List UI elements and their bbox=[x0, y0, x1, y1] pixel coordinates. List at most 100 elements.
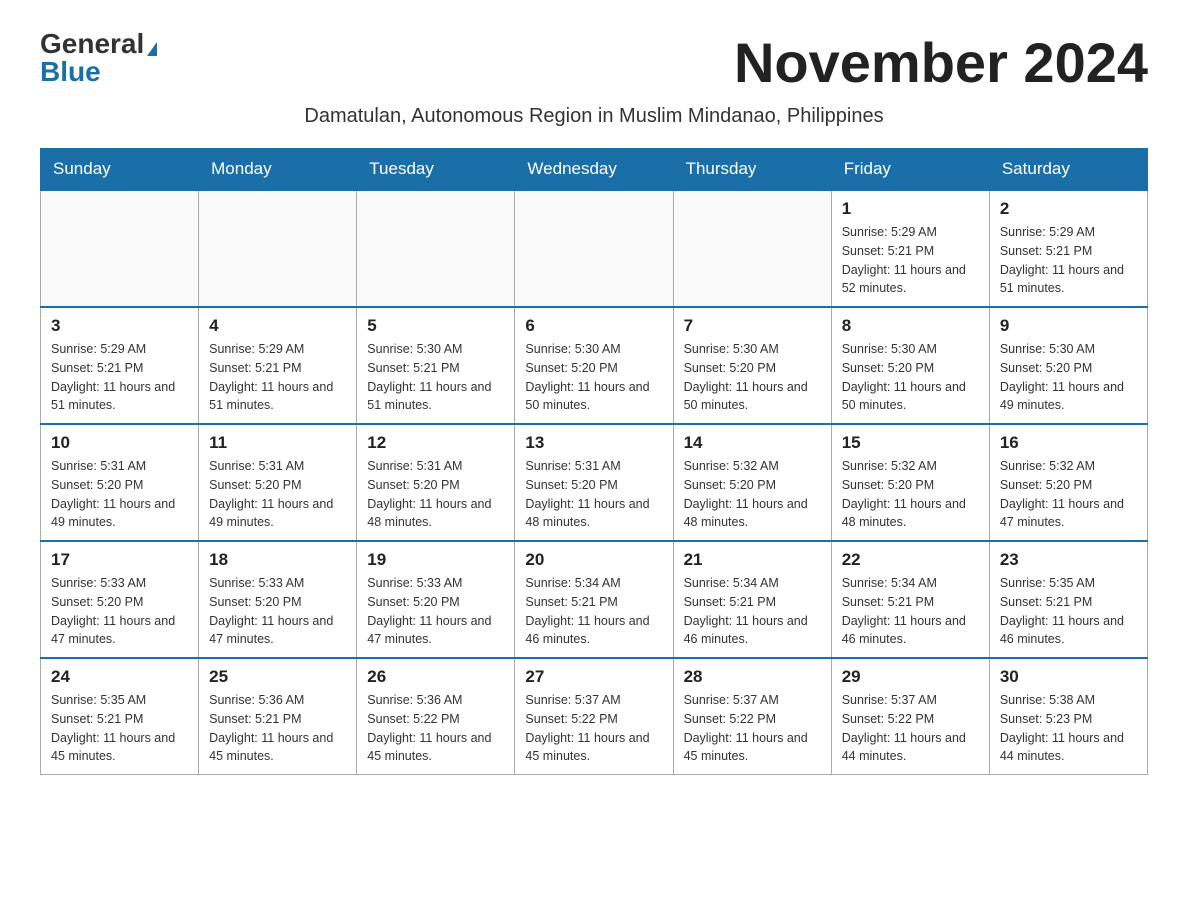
day-number: 12 bbox=[367, 433, 504, 453]
day-header-tuesday: Tuesday bbox=[357, 149, 515, 191]
day-sun-info: Sunrise: 5:30 AMSunset: 5:20 PMDaylight:… bbox=[1000, 340, 1137, 415]
calendar-cell: 13 Sunrise: 5:31 AMSunset: 5:20 PMDayligh… bbox=[515, 424, 673, 541]
calendar-table: SundayMondayTuesdayWednesdayThursdayFrid… bbox=[40, 148, 1148, 775]
day-sun-info: Sunrise: 5:37 AMSunset: 5:22 PMDaylight:… bbox=[684, 691, 821, 766]
day-sun-info: Sunrise: 5:36 AMSunset: 5:21 PMDaylight:… bbox=[209, 691, 346, 766]
day-sun-info: Sunrise: 5:31 AMSunset: 5:20 PMDaylight:… bbox=[209, 457, 346, 532]
day-sun-info: Sunrise: 5:31 AMSunset: 5:20 PMDaylight:… bbox=[51, 457, 188, 532]
calendar-cell bbox=[673, 190, 831, 307]
calendar-cell: 11 Sunrise: 5:31 AMSunset: 5:20 PMDayligh… bbox=[199, 424, 357, 541]
calendar-cell: 5Sunrise: 5:30 AMSunset: 5:21 PMDaylight… bbox=[357, 307, 515, 424]
day-number: 24 bbox=[51, 667, 188, 687]
day-number: 7 bbox=[684, 316, 821, 336]
calendar-cell: 16 Sunrise: 5:32 AMSunset: 5:20 PMDayligh… bbox=[989, 424, 1147, 541]
calendar-cell: 6 Sunrise: 5:30 AMSunset: 5:20 PMDaylight… bbox=[515, 307, 673, 424]
calendar-cell: 12 Sunrise: 5:31 AMSunset: 5:20 PMDayligh… bbox=[357, 424, 515, 541]
calendar-cell: 14 Sunrise: 5:32 AMSunset: 5:20 PMDayligh… bbox=[673, 424, 831, 541]
day-sun-info: Sunrise: 5:32 AMSunset: 5:20 PMDaylight:… bbox=[684, 457, 821, 532]
calendar-cell: 2 Sunrise: 5:29 AMSunset: 5:21 PMDaylight… bbox=[989, 190, 1147, 307]
day-number: 19 bbox=[367, 550, 504, 570]
calendar-cell: 26 Sunrise: 5:36 AMSunset: 5:22 PMDayligh… bbox=[357, 658, 515, 775]
logo-line2: Blue bbox=[40, 58, 101, 86]
calendar-cell: 28 Sunrise: 5:37 AMSunset: 5:22 PMDayligh… bbox=[673, 658, 831, 775]
day-sun-info: Sunrise: 5:36 AMSunset: 5:22 PMDaylight:… bbox=[367, 691, 504, 766]
logo-triangle-icon bbox=[147, 42, 157, 56]
day-sun-info: Sunrise: 5:34 AMSunset: 5:21 PMDaylight:… bbox=[684, 574, 821, 649]
calendar-cell bbox=[357, 190, 515, 307]
logo-line1: General bbox=[40, 30, 157, 58]
day-number: 20 bbox=[525, 550, 662, 570]
day-number: 18 bbox=[209, 550, 346, 570]
day-number: 23 bbox=[1000, 550, 1137, 570]
calendar-cell: 27 Sunrise: 5:37 AMSunset: 5:22 PMDayligh… bbox=[515, 658, 673, 775]
day-number: 5 bbox=[367, 316, 504, 336]
calendar-header: SundayMondayTuesdayWednesdayThursdayFrid… bbox=[41, 149, 1148, 191]
day-sun-info: Sunrise: 5:35 AMSunset: 5:21 PMDaylight:… bbox=[1000, 574, 1137, 649]
day-number: 22 bbox=[842, 550, 979, 570]
day-number: 17 bbox=[51, 550, 188, 570]
calendar-cell: 30Sunrise: 5:38 AMSunset: 5:23 PMDayligh… bbox=[989, 658, 1147, 775]
day-number: 14 bbox=[684, 433, 821, 453]
day-number: 21 bbox=[684, 550, 821, 570]
day-number: 28 bbox=[684, 667, 821, 687]
calendar-cell: 15Sunrise: 5:32 AMSunset: 5:20 PMDayligh… bbox=[831, 424, 989, 541]
day-number: 27 bbox=[525, 667, 662, 687]
day-header-row: SundayMondayTuesdayWednesdayThursdayFrid… bbox=[41, 149, 1148, 191]
week-row-4: 24Sunrise: 5:35 AMSunset: 5:21 PMDayligh… bbox=[41, 658, 1148, 775]
day-sun-info: Sunrise: 5:30 AMSunset: 5:20 PMDaylight:… bbox=[684, 340, 821, 415]
day-sun-info: Sunrise: 5:32 AMSunset: 5:20 PMDaylight:… bbox=[842, 457, 979, 532]
day-sun-info: Sunrise: 5:29 AMSunset: 5:21 PMDaylight:… bbox=[842, 223, 979, 298]
day-number: 2 bbox=[1000, 199, 1137, 219]
day-number: 13 bbox=[525, 433, 662, 453]
day-sun-info: Sunrise: 5:37 AMSunset: 5:22 PMDaylight:… bbox=[842, 691, 979, 766]
calendar-cell: 21 Sunrise: 5:34 AMSunset: 5:21 PMDayligh… bbox=[673, 541, 831, 658]
day-sun-info: Sunrise: 5:33 AMSunset: 5:20 PMDaylight:… bbox=[209, 574, 346, 649]
calendar-subtitle: Damatulan, Autonomous Region in Muslim M… bbox=[40, 105, 1148, 128]
day-sun-info: Sunrise: 5:34 AMSunset: 5:21 PMDaylight:… bbox=[525, 574, 662, 649]
logo-blue-text: Blue bbox=[40, 56, 101, 87]
calendar-cell: 22 Sunrise: 5:34 AMSunset: 5:21 PMDayligh… bbox=[831, 541, 989, 658]
day-number: 11 bbox=[209, 433, 346, 453]
day-sun-info: Sunrise: 5:37 AMSunset: 5:22 PMDaylight:… bbox=[525, 691, 662, 766]
day-number: 26 bbox=[367, 667, 504, 687]
day-sun-info: Sunrise: 5:33 AMSunset: 5:20 PMDaylight:… bbox=[51, 574, 188, 649]
day-header-monday: Monday bbox=[199, 149, 357, 191]
day-sun-info: Sunrise: 5:32 AMSunset: 5:20 PMDaylight:… bbox=[1000, 457, 1137, 532]
day-sun-info: Sunrise: 5:31 AMSunset: 5:20 PMDaylight:… bbox=[525, 457, 662, 532]
day-header-wednesday: Wednesday bbox=[515, 149, 673, 191]
day-number: 25 bbox=[209, 667, 346, 687]
day-sun-info: Sunrise: 5:29 AMSunset: 5:21 PMDaylight:… bbox=[51, 340, 188, 415]
day-sun-info: Sunrise: 5:29 AMSunset: 5:21 PMDaylight:… bbox=[1000, 223, 1137, 298]
month-year-title: November 2024 bbox=[734, 30, 1148, 95]
calendar-cell: 1Sunrise: 5:29 AMSunset: 5:21 PMDaylight… bbox=[831, 190, 989, 307]
calendar-body: 1Sunrise: 5:29 AMSunset: 5:21 PMDaylight… bbox=[41, 190, 1148, 775]
day-sun-info: Sunrise: 5:34 AMSunset: 5:21 PMDaylight:… bbox=[842, 574, 979, 649]
calendar-cell: 8Sunrise: 5:30 AMSunset: 5:20 PMDaylight… bbox=[831, 307, 989, 424]
day-sun-info: Sunrise: 5:29 AMSunset: 5:21 PMDaylight:… bbox=[209, 340, 346, 415]
calendar-cell: 10 Sunrise: 5:31 AMSunset: 5:20 PMDayligh… bbox=[41, 424, 199, 541]
header-top: General Blue November 2024 bbox=[40, 30, 1148, 95]
day-number: 10 bbox=[51, 433, 188, 453]
day-header-thursday: Thursday bbox=[673, 149, 831, 191]
calendar-cell: 18 Sunrise: 5:33 AMSunset: 5:20 PMDayligh… bbox=[199, 541, 357, 658]
calendar-cell: 4 Sunrise: 5:29 AMSunset: 5:21 PMDaylight… bbox=[199, 307, 357, 424]
week-row-1: 3 Sunrise: 5:29 AMSunset: 5:21 PMDaylight… bbox=[41, 307, 1148, 424]
calendar-cell: 17 Sunrise: 5:33 AMSunset: 5:20 PMDayligh… bbox=[41, 541, 199, 658]
day-number: 29 bbox=[842, 667, 979, 687]
day-sun-info: Sunrise: 5:31 AMSunset: 5:20 PMDaylight:… bbox=[367, 457, 504, 532]
day-number: 30 bbox=[1000, 667, 1137, 687]
day-number: 3 bbox=[51, 316, 188, 336]
day-number: 4 bbox=[209, 316, 346, 336]
day-number: 16 bbox=[1000, 433, 1137, 453]
calendar-cell: 9Sunrise: 5:30 AMSunset: 5:20 PMDaylight… bbox=[989, 307, 1147, 424]
day-number: 6 bbox=[525, 316, 662, 336]
calendar-cell: 7 Sunrise: 5:30 AMSunset: 5:20 PMDaylight… bbox=[673, 307, 831, 424]
week-row-2: 10 Sunrise: 5:31 AMSunset: 5:20 PMDayligh… bbox=[41, 424, 1148, 541]
calendar-cell: 24Sunrise: 5:35 AMSunset: 5:21 PMDayligh… bbox=[41, 658, 199, 775]
day-sun-info: Sunrise: 5:30 AMSunset: 5:20 PMDaylight:… bbox=[525, 340, 662, 415]
calendar-cell: 25 Sunrise: 5:36 AMSunset: 5:21 PMDayligh… bbox=[199, 658, 357, 775]
day-number: 8 bbox=[842, 316, 979, 336]
calendar-cell bbox=[41, 190, 199, 307]
week-row-0: 1Sunrise: 5:29 AMSunset: 5:21 PMDaylight… bbox=[41, 190, 1148, 307]
day-header-sunday: Sunday bbox=[41, 149, 199, 191]
